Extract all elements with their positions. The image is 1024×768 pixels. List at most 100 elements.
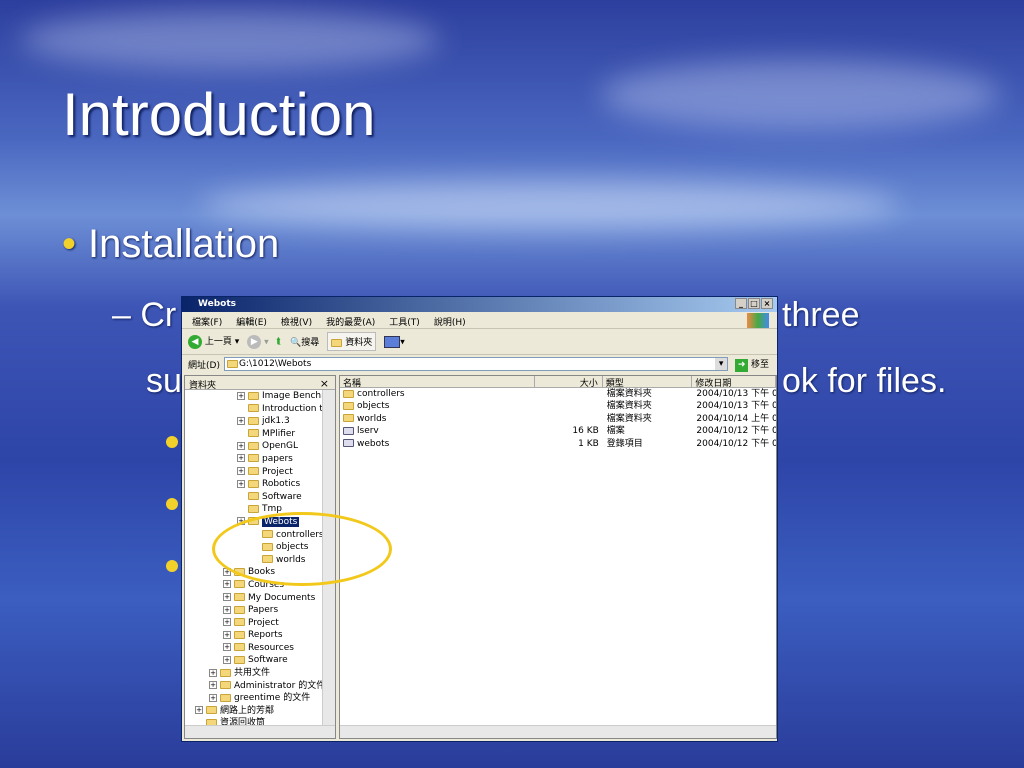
tree-item[interactable]: + Papers <box>185 604 335 617</box>
tree-item-label: My Documents <box>248 592 316 603</box>
file-date: 2004/10/13 下午 08:.. <box>696 389 776 399</box>
horizontal-scrollbar[interactable] <box>185 725 335 738</box>
column-name[interactable]: 名稱 <box>340 376 536 389</box>
tree-item[interactable]: + jdk1.3 <box>185 415 335 428</box>
tree-item[interactable]: + 共用文件 <box>185 667 335 680</box>
menu-edit[interactable]: 編輯(E) <box>236 315 267 328</box>
column-size[interactable]: 大小 <box>535 376 603 389</box>
tree-item-label: Project <box>248 617 279 628</box>
tree-item[interactable]: + greentime 的文件 <box>185 692 335 705</box>
menu-bar: 檔案(F) 編輯(E) 檢視(V) 我的最愛(A) 工具(T) 說明(H) <box>182 312 777 329</box>
tree-item-label: 共用文件 <box>234 668 271 679</box>
menu-favorites[interactable]: 我的最愛(A) <box>326 315 375 328</box>
back-button[interactable]: ◀ 上一頁 ▾ <box>188 334 239 349</box>
menu-help[interactable]: 說明(H) <box>434 315 466 328</box>
expand-icon[interactable]: + <box>223 580 231 589</box>
expand-icon[interactable]: + <box>237 441 245 450</box>
folder-icon <box>343 401 354 410</box>
folder-icon <box>234 593 245 601</box>
column-date[interactable]: 修改日期 <box>692 376 777 387</box>
folder-icon <box>343 414 354 423</box>
expand-icon[interactable]: + <box>209 681 217 690</box>
folders-button[interactable]: 資料夾 <box>327 332 377 351</box>
sub-bullet-fragment: – Cr <box>112 296 177 334</box>
folder-icon <box>234 605 245 614</box>
address-input[interactable]: G:\1012\Webots ▾ <box>223 357 729 371</box>
expand-icon[interactable]: + <box>237 479 245 488</box>
file-size <box>535 413 603 425</box>
expand-icon[interactable]: + <box>223 643 231 652</box>
sub-bullet-fragment: ok for files. <box>782 362 947 400</box>
column-type[interactable]: 類型 <box>603 376 693 389</box>
close-pane-button[interactable]: × <box>320 377 329 390</box>
tree-item-label: jdk1.3 <box>262 416 290 427</box>
file-row[interactable]: worlds 檔案資料夾 2004/10/14 上午 02:.. <box>340 413 776 425</box>
sub-bullet-fragment: su <box>146 362 182 400</box>
expand-icon[interactable]: + <box>195 706 203 715</box>
tree-item[interactable]: + OpenGL <box>185 440 335 453</box>
up-folder-icon[interactable]: ⮬ <box>277 337 282 347</box>
tree-item[interactable]: + Project <box>185 466 335 479</box>
menu-tools[interactable]: 工具(T) <box>389 315 420 328</box>
file-size <box>535 388 603 400</box>
go-label: 移至 <box>750 359 769 370</box>
file-name: lserv <box>357 426 379 437</box>
search-button[interactable]: 🔍搜尋 <box>290 335 319 348</box>
file-list: 名稱 大小 類型 修改日期 controllers 檔案資料夾 2004/10/13… <box>339 375 777 739</box>
file-row[interactable]: lserv 16 KB 檔案 2004/10/12 下午 04:.. <box>340 425 776 437</box>
tree-item-label: 網路上的芳鄰 <box>220 705 275 716</box>
folder-icon <box>248 429 259 438</box>
expand-icon[interactable]: + <box>237 454 245 463</box>
maximize-button[interactable]: □ <box>748 298 760 309</box>
expand-icon[interactable]: + <box>237 416 245 425</box>
menu-view[interactable]: 檢視(V) <box>281 315 312 328</box>
menu-file[interactable]: 檔案(F) <box>192 315 222 328</box>
close-button[interactable]: × <box>761 298 773 309</box>
tree-item-label: greentime 的文件 <box>234 693 311 704</box>
tree-item-label: Papers <box>248 605 279 616</box>
tree-item[interactable]: + Administrator 的文件 <box>185 680 335 693</box>
folder-icon <box>220 681 231 690</box>
dropdown-arrow-icon[interactable]: ▾ <box>715 358 728 370</box>
tree-item[interactable]: MPlifier <box>185 428 335 441</box>
tree-item-label: Software <box>248 655 288 666</box>
views-button[interactable]: ▾ <box>384 335 405 348</box>
tree-item[interactable]: + My Documents <box>185 592 335 605</box>
expand-icon[interactable]: + <box>223 655 231 664</box>
tree-item[interactable]: Introduction to w <box>185 403 335 416</box>
horizontal-scrollbar[interactable] <box>340 725 776 738</box>
tree-item[interactable]: + Software <box>185 654 335 667</box>
expand-icon[interactable]: + <box>223 605 231 614</box>
tree-item[interactable]: + Reports <box>185 629 335 642</box>
tree-item[interactable]: Software <box>185 491 335 504</box>
bullet-dot <box>166 436 178 448</box>
tree-item[interactable]: + Project <box>185 617 335 630</box>
file-type: 檔案 <box>606 426 625 437</box>
tree-item[interactable]: + Image Benchmar <box>185 390 335 403</box>
tree-item[interactable]: + Robotics <box>185 478 335 491</box>
expand-icon[interactable]: + <box>209 668 217 677</box>
go-button[interactable]: ➜ 移至 <box>732 357 777 372</box>
bullet-dot <box>166 498 178 510</box>
file-row[interactable]: webots 1 KB 登錄項目 2004/10/12 下午 04:.. <box>340 438 776 450</box>
folder-icon <box>248 391 259 400</box>
file-row[interactable]: controllers 檔案資料夾 2004/10/13 下午 08:.. <box>340 388 776 400</box>
expand-icon[interactable]: + <box>237 391 245 400</box>
folder-icon <box>331 338 343 347</box>
expand-icon[interactable]: + <box>223 593 231 601</box>
folder-icon <box>248 467 259 476</box>
expand-icon[interactable]: + <box>209 693 217 702</box>
tree-item[interactable]: + Resources <box>185 642 335 655</box>
forward-button[interactable]: ▶ ▾ <box>247 334 269 349</box>
file-date: 2004/10/12 下午 04:.. <box>696 438 776 449</box>
file-icon <box>343 439 354 448</box>
expand-icon[interactable]: + <box>237 467 245 476</box>
expand-icon[interactable]: + <box>223 630 231 639</box>
file-row[interactable]: objects 檔案資料夾 2004/10/13 下午 08:.. <box>340 400 776 412</box>
minimize-button[interactable]: _ <box>735 298 747 309</box>
forward-arrow-icon: ▶ <box>247 334 262 349</box>
expand-icon[interactable]: + <box>223 618 231 627</box>
tree-item[interactable]: + 網路上的芳鄰 <box>185 705 335 718</box>
tree-item[interactable]: + papers <box>185 453 335 466</box>
file-type: 登錄項目 <box>606 438 643 449</box>
